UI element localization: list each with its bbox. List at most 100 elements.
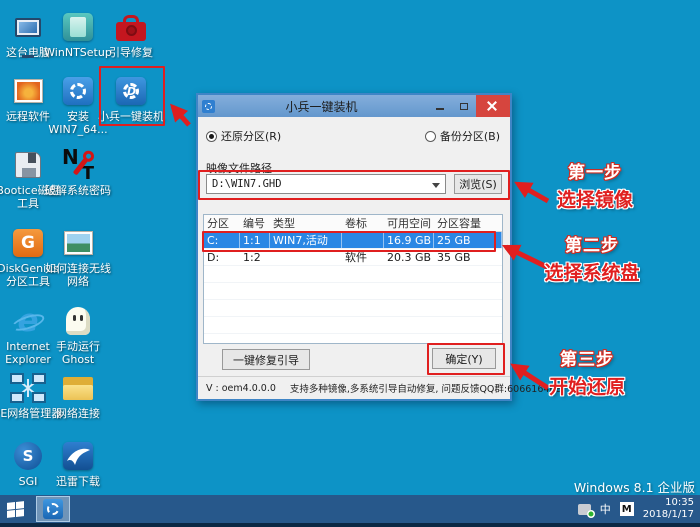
table-cell: 分区容量 [437,217,481,230]
close-button[interactable] [476,95,510,117]
annotation-step-1: 第一步 选择镜像 [535,158,655,212]
table-cell [240,317,270,333]
repair-boot-button[interactable]: 一键修复引导 [222,349,310,370]
desktop-icon-xunlei[interactable]: 迅雷下载 [50,437,106,489]
table-cell: 卷标 [345,217,367,230]
app-icon [202,99,215,113]
table-cell [240,266,270,282]
desktop-icon-boot-repair[interactable]: 引导修复 [103,8,159,60]
sgi-icon: S [0,437,56,475]
remote-software-icon [0,72,56,110]
desktop-icon-label: 手动运行 Ghost [56,340,100,366]
partition-row[interactable]: C: 1:1 WIN7,活动 16.9 GB 25 GB [204,232,502,249]
input-language-indicator[interactable]: 中 [600,501,611,517]
table-cell: 编号 [243,217,265,230]
ok-button[interactable]: 确定(Y) [432,348,496,369]
table-cell: 可用空间 [387,217,431,230]
maximize-button[interactable] [452,95,476,117]
partition-row[interactable]: D: 1:2 软件 20.3 GB 35 GB [204,249,502,266]
step-2-subtitle: 选择系统盘 [544,262,640,284]
radio-backup-partition[interactable]: 备份分区(B) [424,128,500,144]
status-message: 支持多种镜像,多系统引导自动修复, 问题反馈QQ群:606616468 [289,384,562,395]
dialog-statusbar: V : oem4.0.0.0 支持多种镜像,多系统引导自动修复, 问题反馈QQ群… [198,376,562,399]
window-title: 小兵一键装机 [285,99,358,114]
table-cell: 分区 [207,217,229,230]
maximize-icon [460,102,468,110]
xiaobing-app-icon [43,499,63,519]
table-cell [342,317,384,333]
desktop-icon-label: 引导修复 [109,46,153,59]
clock-time: 10:35 [665,496,694,508]
desktop-icon-run-ghost[interactable]: 手动运行 Ghost [50,302,106,366]
window-titlebar[interactable]: 小兵一键装机 [198,95,510,117]
desktop-icon-label: 迅雷下载 [56,475,100,488]
safely-remove-hardware-icon[interactable] [577,503,595,518]
table-cell [342,232,384,248]
taskbar-clock[interactable]: 10:35 2018/1/17 [643,497,694,522]
empty-row [204,266,502,283]
version-text: V : oem4.0.0.0 [206,382,276,394]
windows-edition-label: Windows 8.1 企业版 [573,480,695,495]
table-cell [240,283,270,299]
table-cell: 35 GB [437,251,471,264]
install-win7-icon [50,72,106,110]
table-cell [384,317,434,333]
table-cell [270,300,342,316]
desktop-icon-bootice[interactable]: Bootice磁盘 工具 [0,146,60,210]
table-cell [270,266,342,282]
table-cell: D: [207,251,220,264]
table-cell [384,266,434,282]
table-cell [434,317,502,333]
desktop-icon-crack-password[interactable]: N T 破解系统密码 [45,145,111,198]
table-cell: C: [204,232,240,248]
table-cell [204,300,240,316]
minimize-button[interactable] [428,95,452,117]
xunlei-icon [50,437,106,475]
table-cell [270,283,342,299]
empty-row [204,317,502,334]
this-pc-icon [0,8,56,58]
desktop-icon-xiaobing-installer[interactable]: D 小兵一键装机 [98,72,164,124]
step-1-title: 第一步 [568,163,622,183]
partition-table[interactable]: 分区 编号 类型 卷标 可用空间 分区容量 C: 1:1 WIN7,活动 16.9 GB 25 GB… [203,214,503,344]
boot-repair-icon [103,8,159,46]
pe-network-icon [0,369,56,407]
arrow-to-image-path [514,181,550,204]
table-cell: 20.3 GB [387,251,432,264]
radio-unselected-icon [424,130,436,142]
table-cell [434,266,502,282]
run-ghost-icon [50,302,106,340]
table-cell: WIN7,活动 [270,232,342,248]
table-cell [204,317,240,333]
empty-row [204,283,502,300]
image-path-combobox[interactable]: D:\WIN7.GHD [206,174,446,194]
ime-mode-badge[interactable]: M [619,502,634,516]
xiaobing-installer-icon: D [103,72,159,110]
desktop-icon-label: 破解系统密码 [45,184,111,197]
system-tray: 中 M 10:35 2018/1/17 [577,495,700,523]
crack-password-icon: NT [50,145,106,184]
diskgenius-icon: G [0,224,56,262]
table-cell [270,249,342,265]
radio-restore-label: 还原分区(R) [221,130,282,143]
desktop-icon-install-win7[interactable]: 安装 WIN7_64... [48,72,108,136]
browse-button[interactable]: 浏览(S) [454,174,502,194]
step-3-title: 第三步 [560,350,614,370]
desktop: 这台电脑 WinNTSetup 引导修复 远程软件 安装 WIN7_64... D 小兵一键… [0,0,700,527]
start-button[interactable] [0,495,30,523]
table-cell [384,283,434,299]
wifi-guide-icon [50,224,106,262]
clock-date: 2018/1/17 [642,509,694,520]
radio-restore-partition[interactable]: 还原分区(R) [206,128,281,144]
network-connect-icon [50,369,106,407]
taskbar-app-xiaobing[interactable] [36,496,70,522]
desktop-icon-network-connect[interactable]: 网络连接 [50,369,106,421]
desktop-icon-wifi-guide[interactable]: 如何连接无线 网络 [45,224,111,288]
winntsetup-icon [50,8,106,46]
table-cell: 1:1 [240,232,270,248]
step-2-title: 第二步 [565,236,619,256]
table-cell [434,283,502,299]
table-cell: 1:2 [243,251,261,264]
partition-table-header: 分区 编号 类型 卷标 可用空间 分区容量 [204,215,502,232]
minimize-icon [436,108,444,110]
